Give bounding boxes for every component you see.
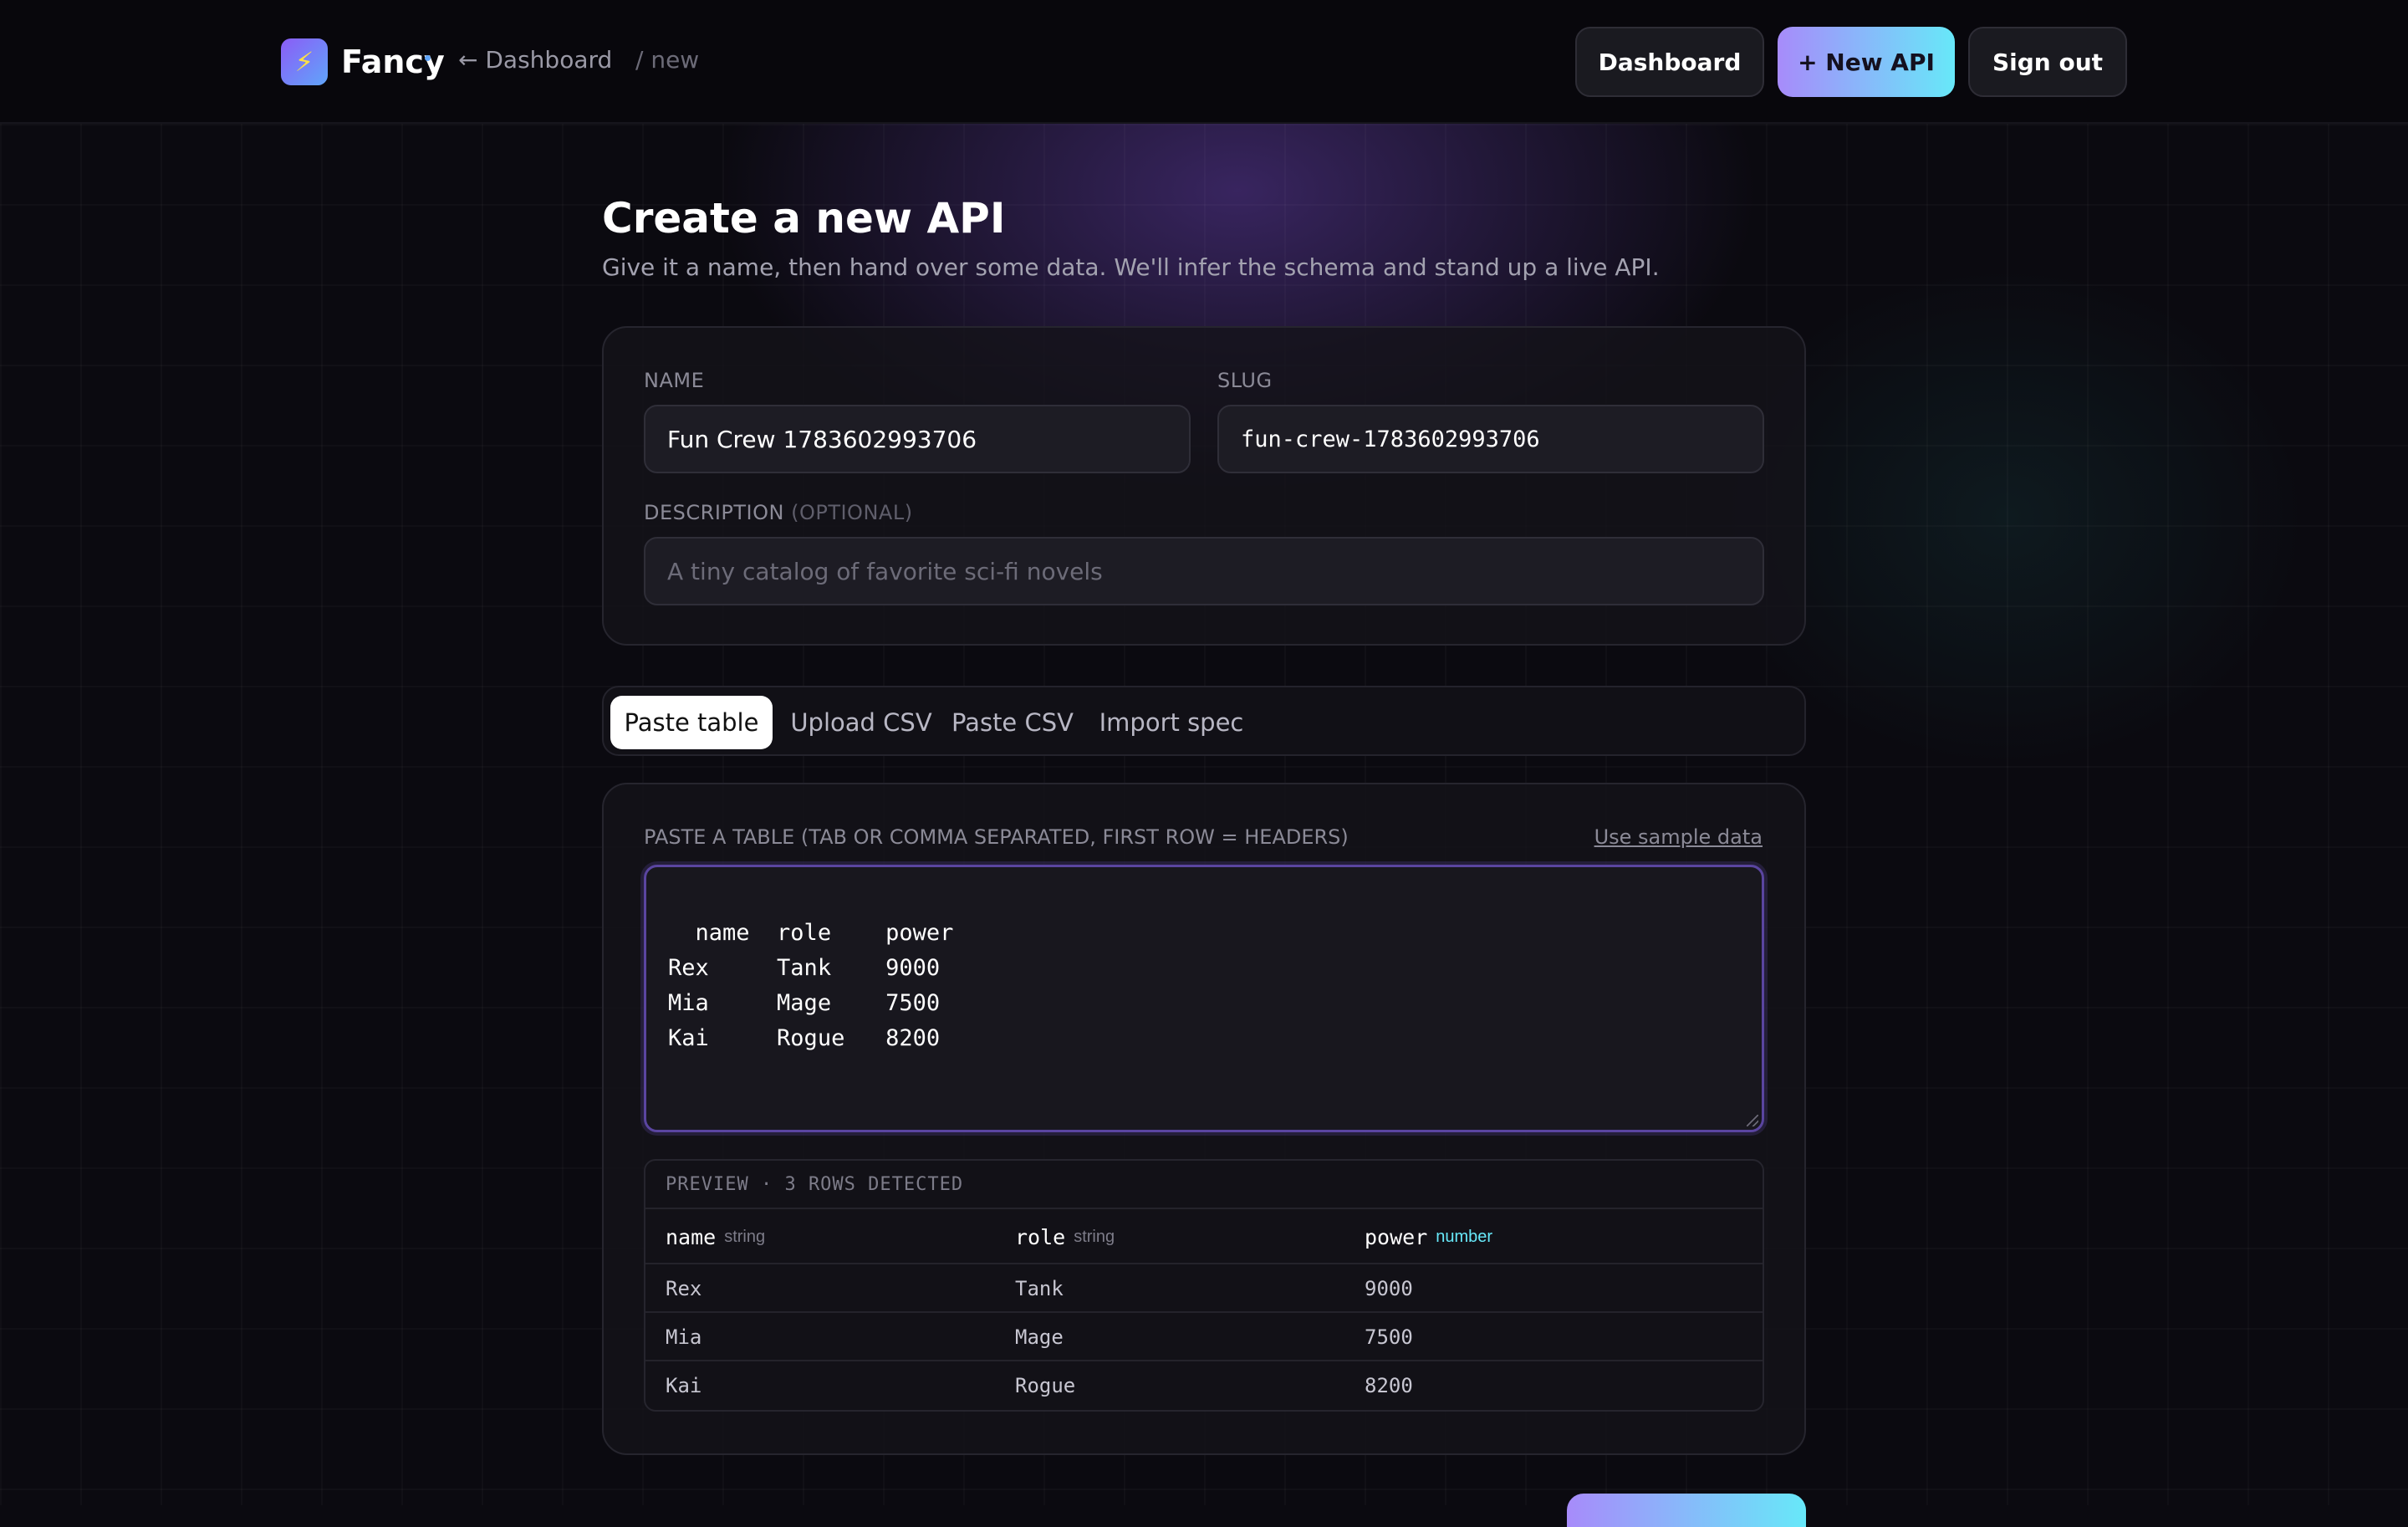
table-cell: 9000 xyxy=(1365,1277,1413,1300)
lightning-icon[interactable]: ⚡ xyxy=(281,38,328,85)
breadcrumb-current: / new xyxy=(635,46,700,74)
use-sample-data-link[interactable]: Use sample data xyxy=(1594,825,1763,850)
table-cell: Rex xyxy=(666,1277,702,1300)
name-input[interactable]: Fun Crew 1783602993706 xyxy=(644,405,1191,473)
table-cell: 7500 xyxy=(1365,1325,1413,1349)
table-header-row: name string role string power number xyxy=(645,1208,1763,1264)
preview-table: PREVIEW · 3 ROWS DETECTED name string rol… xyxy=(644,1159,1764,1412)
slug-label: SLUG xyxy=(1217,369,1273,392)
preview-title: PREVIEW · 3 ROWS DETECTED xyxy=(666,1174,964,1195)
column-name: role xyxy=(1015,1224,1066,1249)
table-cell: Mage xyxy=(1015,1325,1064,1349)
dashboard-button[interactable]: Dashboard xyxy=(1575,27,1764,97)
back-to-dashboard-link[interactable]: ← Dashboard xyxy=(458,43,612,77)
column-name: power xyxy=(1365,1224,1428,1249)
paste-table-textarea[interactable]: name role power Rex Tank 9000 Mia Mage 7… xyxy=(644,865,1764,1132)
slug-input[interactable]: fun-crew-1783602993706 xyxy=(1217,405,1764,473)
paste-table-label: PASTE A TABLE (TAB OR COMMA SEPARATED, F… xyxy=(644,825,1349,849)
description-input[interactable]: A tiny catalog of favorite sci-fi novels xyxy=(644,537,1764,605)
data-source-tabs: Paste table Upload CSV Paste CSV Import … xyxy=(602,686,1806,756)
table-row: Rex Tank 9000 xyxy=(645,1263,1763,1313)
sign-out-button[interactable]: Sign out xyxy=(1968,27,2127,97)
description-label: DESCRIPTION (OPTIONAL) xyxy=(644,500,913,525)
page-title: Create a new API xyxy=(602,194,1006,243)
table-cell: Tank xyxy=(1015,1277,1064,1300)
page-subtitle: Give it a name, then hand over some data… xyxy=(602,253,1660,281)
table-cell: Mia xyxy=(666,1325,702,1349)
column-header: name string xyxy=(666,1209,765,1264)
column-name: name xyxy=(666,1224,717,1249)
optional-hint: (OPTIONAL) xyxy=(791,501,913,524)
top-navigation-bar: ⚡ Fancy ← Dashboard / new Dashboard + Ne… xyxy=(0,0,2408,124)
paste-table-text: name role power Rex Tank 9000 Mia Mage 7… xyxy=(668,920,954,1051)
table-cell: Kai xyxy=(666,1374,702,1397)
create-api-button[interactable] xyxy=(1567,1494,1806,1527)
brand-name[interactable]: Fancy xyxy=(341,38,445,85)
column-header: role string xyxy=(1015,1209,1115,1264)
tab-paste-csv[interactable]: Paste CSV xyxy=(943,696,1082,749)
table-row: Mia Mage 7500 xyxy=(645,1311,1763,1361)
column-type: string xyxy=(1074,1227,1115,1246)
table-cell: Rogue xyxy=(1015,1374,1076,1397)
tab-import-spec[interactable]: Import spec xyxy=(1089,696,1254,749)
new-api-button[interactable]: + New API xyxy=(1778,27,1955,97)
tab-upload-csv[interactable]: Upload CSV xyxy=(786,696,936,749)
resize-handle-icon[interactable] xyxy=(1747,1115,1758,1126)
brand-dot xyxy=(425,55,431,61)
table-cell: 8200 xyxy=(1365,1374,1413,1397)
column-type: string xyxy=(724,1227,766,1246)
tab-paste-table[interactable]: Paste table xyxy=(610,696,773,749)
description-label-text: DESCRIPTION xyxy=(644,501,784,524)
name-label: NAME xyxy=(644,369,705,392)
table-row: Kai Rogue 8200 xyxy=(645,1360,1763,1410)
column-type: number xyxy=(1436,1227,1493,1246)
column-header: power number xyxy=(1365,1209,1492,1264)
